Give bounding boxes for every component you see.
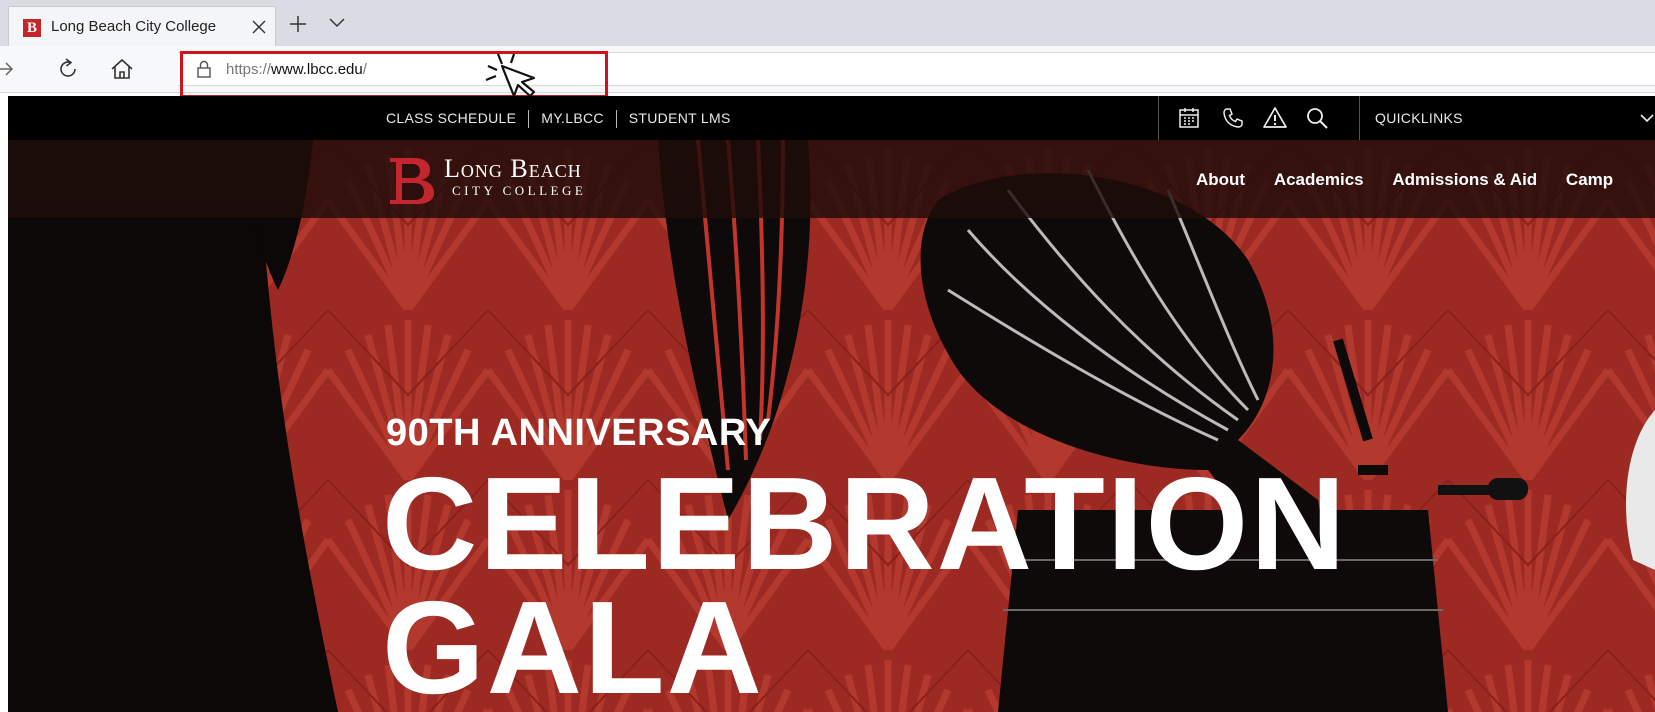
forward-arrow-icon[interactable] [0, 60, 14, 78]
close-icon[interactable] [249, 17, 269, 37]
site-header: Long Beach CITY COLLEGE About Academics … [8, 140, 1655, 218]
search-icon[interactable] [1305, 106, 1329, 130]
nav-campus[interactable]: Camp [1566, 170, 1613, 190]
home-icon[interactable] [110, 58, 134, 80]
nav-about[interactable]: About [1196, 170, 1245, 190]
logo-wordmark[interactable]: Long Beach CITY COLLEGE [444, 156, 586, 200]
nav-academics[interactable]: Academics [1274, 170, 1364, 190]
link-student-lms[interactable]: STUDENT LMS [629, 110, 731, 126]
chevron-down-icon[interactable] [1640, 113, 1654, 123]
logo-line-2: CITY COLLEGE [452, 183, 587, 198]
divider [528, 110, 530, 129]
new-tab-plus-icon[interactable] [288, 14, 308, 34]
browser-tab[interactable]: B Long Beach City College [8, 6, 276, 46]
tab-title: Long Beach City College [51, 18, 217, 35]
utility-links: CLASS SCHEDULE MY.LBCC STUDENT LMS [386, 110, 731, 129]
chevron-down-icon[interactable] [328, 16, 346, 30]
hero-title-line-2: GALA [382, 574, 764, 712]
link-class-schedule[interactable]: CLASS SCHEDULE [386, 110, 516, 126]
screenshot-frame: B Long Beach City College https://www.lb… [0, 0, 1655, 712]
hero-artwork [8, 140, 1655, 712]
main-nav: About Academics Admissions & Aid Camp [1196, 170, 1637, 190]
logo-line-1: Long Beach [444, 154, 582, 183]
refresh-icon[interactable] [56, 57, 80, 81]
browser-tab-strip: B Long Beach City College [0, 0, 1655, 47]
phone-icon[interactable] [1221, 106, 1245, 130]
calendar-icon[interactable] [1177, 106, 1201, 130]
lbcc-logo-icon[interactable] [388, 154, 436, 206]
click-cursor-icon [485, 53, 536, 98]
hero-banner: Long Beach CITY COLLEGE About Academics … [8, 140, 1655, 712]
site-utility-bar: CLASS SCHEDULE MY.LBCC STUDENT LMS QUICKLI… [8, 96, 1655, 141]
divider [615, 110, 617, 129]
hero-title-line-1: CELEBRATION [382, 450, 1348, 597]
quicklinks-dropdown[interactable]: QUICKLINKS [1375, 110, 1463, 126]
alert-icon[interactable] [1263, 106, 1287, 130]
nav-admissions-aid[interactable]: Admissions & Aid [1392, 170, 1537, 190]
link-my-lbcc[interactable]: MY.LBCC [541, 110, 604, 126]
utility-icon-group [1158, 96, 1360, 140]
lbcc-favicon-icon: B [23, 19, 41, 37]
hero-subtitle: 90TH ANNIVERSARY [386, 412, 772, 454]
